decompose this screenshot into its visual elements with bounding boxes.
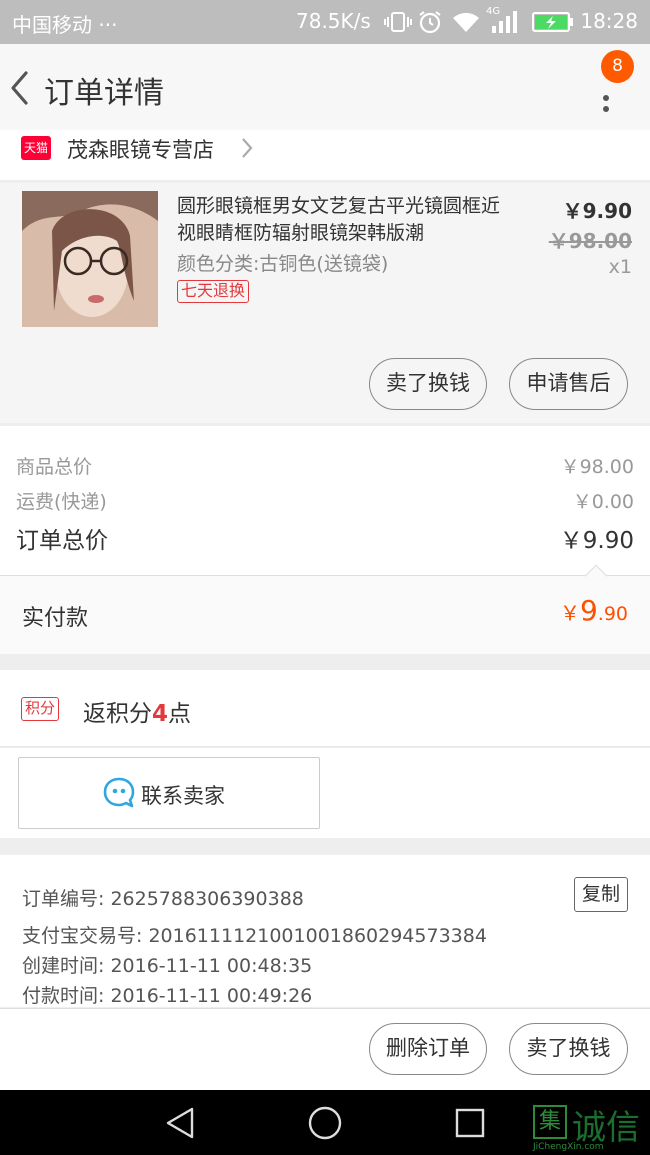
bottom-sell-button[interactable]: 卖了换钱	[509, 1023, 628, 1075]
points-value: 4	[152, 701, 169, 727]
alipay-number-row: 支付宝交易号: 2016111121001001860294573384	[22, 921, 487, 948]
points-tag: 积分	[21, 697, 60, 721]
net-speed: 78.5K/s	[296, 9, 371, 33]
carrier-label: 中国移动 ···	[12, 13, 118, 37]
order-total-row: 订单总价 ￥9.90	[16, 521, 634, 555]
nav-back-icon[interactable]	[164, 1106, 196, 1140]
order-number-row: 订单编号: 2625788306390388	[22, 884, 304, 911]
order-info: 订单编号: 2625788306390388 支付宝交易号: 201611112…	[0, 855, 650, 1007]
contact-seller-button[interactable]: 联系卖家	[18, 757, 320, 829]
order-total-value: ￥9.90	[559, 528, 634, 554]
nav-bar: 订单详情	[0, 44, 650, 130]
back-arrow-icon[interactable]	[6, 68, 34, 108]
product-original-price: ￥98.00	[548, 229, 632, 253]
product-thumbnail[interactable]	[22, 191, 158, 327]
vibrate-icon	[384, 12, 412, 32]
shop-row[interactable]: 天猫 茂森眼镜专营店	[0, 130, 650, 180]
paid-currency: ￥	[559, 601, 580, 625]
goods-total-label: 商品总价	[16, 456, 93, 478]
notification-badge: 8	[601, 50, 634, 83]
paid-time-label: 付款时间:	[22, 985, 105, 1007]
watermark-logo: 集	[533, 1105, 567, 1139]
status-bar: 中国移动 ··· 78.5K/s 4G 18:28	[0, 0, 650, 44]
alarm-icon	[419, 11, 441, 34]
product-price: ￥9.90	[562, 199, 632, 223]
order-total-label: 订单总价	[16, 528, 108, 554]
created-time-label: 创建时间:	[22, 955, 105, 977]
chevron-right-icon	[242, 138, 253, 158]
paid-label: 实付款	[22, 606, 89, 631]
delete-order-button[interactable]: 删除订单	[369, 1023, 487, 1075]
product-card: 圆形眼镜框男女文艺复古平光镜圆框近视眼睛框防辐射眼镜架韩版潮 颜色分类:古铜色(…	[0, 183, 650, 423]
copy-button[interactable]: 复制	[574, 877, 628, 912]
alipay-number-label: 支付宝交易号:	[22, 925, 143, 947]
system-nav-bar: 集 诚信 JiChengXin.com	[0, 1090, 650, 1155]
tmall-logo: 天猫	[21, 136, 51, 160]
paid-amount: ￥9.90	[560, 594, 628, 627]
paid-decimal: .90	[597, 603, 628, 625]
points-text: 返积分4点	[83, 694, 191, 728]
nav-home-icon[interactable]	[307, 1105, 343, 1141]
wifi-icon	[453, 12, 479, 32]
product-quantity: x1	[608, 256, 632, 278]
page-title: 订单详情	[44, 76, 164, 111]
created-time-row: 创建时间: 2016-11-11 00:48:35	[22, 951, 312, 978]
points-row: 积分 返积分4点	[0, 670, 650, 747]
more-menu-icon[interactable]	[596, 80, 616, 114]
paid-time: 2016-11-11 00:49:26	[110, 985, 313, 1007]
product-photo	[22, 191, 158, 327]
points-suffix: 点	[168, 701, 192, 727]
points-prefix: 返积分	[83, 701, 152, 727]
clock: 18:28	[580, 9, 638, 33]
return-policy-badge: 七天退换	[177, 280, 250, 303]
shipping-row: 运费(快递) ￥0.00	[16, 487, 634, 514]
price-summary: 商品总价 ￥98.00 运费(快递) ￥0.00 订单总价 ￥9.90	[0, 426, 650, 576]
contact-seller-label: 联系卖家	[141, 784, 225, 808]
alipay-number: 2016111121001001860294573384	[148, 925, 487, 947]
product-title[interactable]: 圆形眼镜框男女文艺复古平光镜圆框近视眼睛框防辐射眼镜架韩版潮	[177, 193, 517, 247]
bottom-action-bar: 删除订单 卖了换钱	[0, 1008, 650, 1090]
paid-integer: 9	[579, 594, 598, 627]
shipping-value: ￥0.00	[572, 491, 634, 513]
sell-button[interactable]: 卖了换钱	[369, 358, 487, 410]
paid-amount-row: 实付款 ￥9.90	[0, 576, 650, 654]
nav-recents-icon[interactable]	[454, 1107, 486, 1139]
contact-section: 联系卖家	[0, 748, 650, 838]
chat-bubble-icon	[103, 777, 135, 808]
created-time: 2016-11-11 00:48:35	[110, 955, 313, 977]
after-sale-button[interactable]: 申请售后	[509, 358, 628, 410]
goods-total-row: 商品总价 ￥98.00	[16, 452, 634, 479]
battery-icon	[532, 12, 573, 32]
product-sku: 颜色分类:古铜色(送镜袋)	[177, 253, 389, 275]
watermark-subtext: JiChengXin.com	[533, 1142, 604, 1152]
shop-name: 茂森眼镜专营店	[67, 138, 214, 162]
signal-icon	[492, 11, 517, 33]
order-number: 2625788306390388	[110, 888, 304, 910]
shipping-label: 运费(快递)	[16, 491, 107, 513]
goods-total-value: ￥98.00	[560, 456, 634, 478]
order-number-label: 订单编号:	[22, 888, 105, 910]
paid-time-row: 付款时间: 2016-11-11 00:49:26	[22, 981, 312, 1008]
